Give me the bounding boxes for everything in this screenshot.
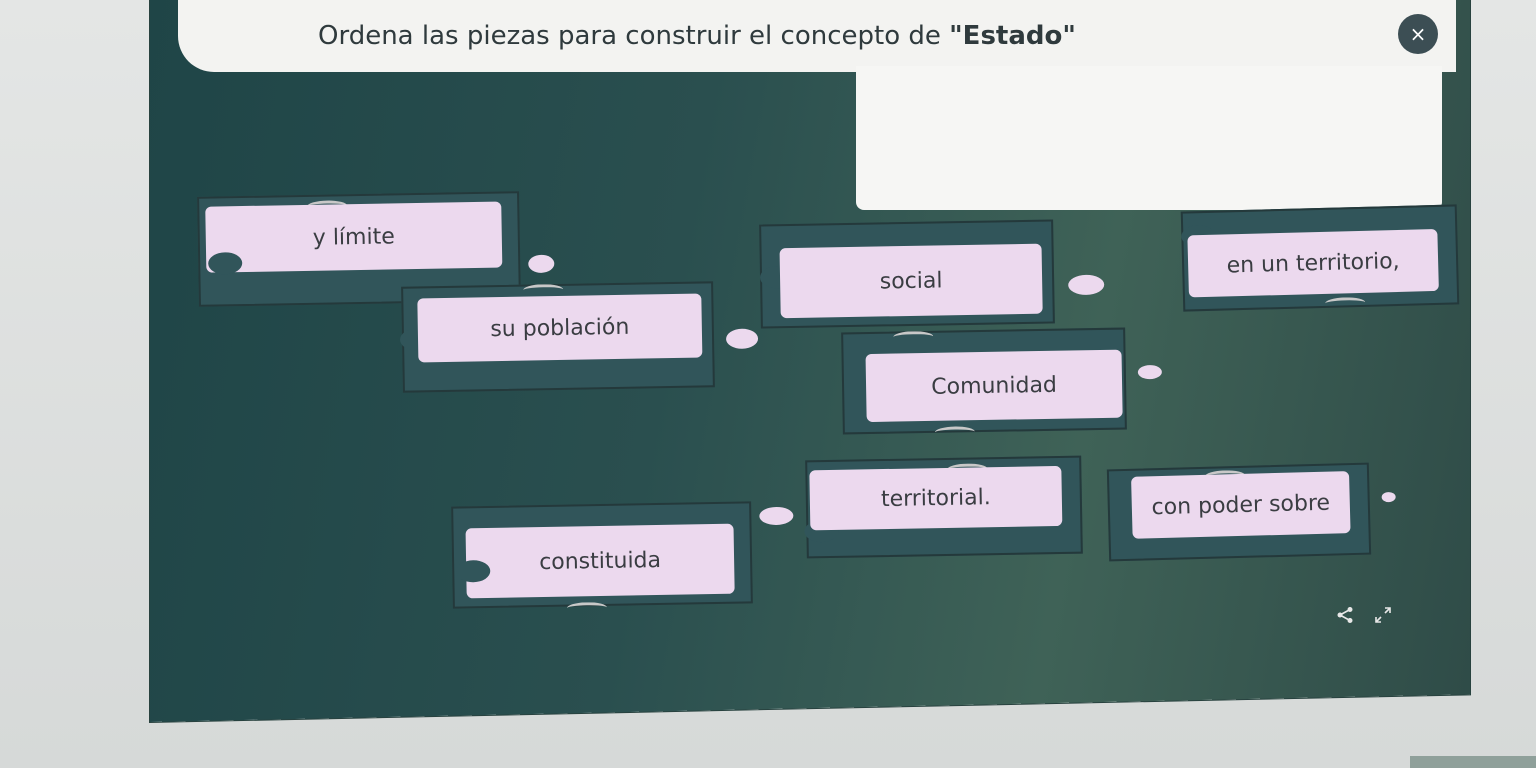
puzzle-piece-social[interactable]: social [759, 219, 1105, 329]
puzzle-piece-comunidad[interactable]: Comunidad [841, 327, 1162, 438]
piece-text: territorial. [880, 484, 991, 512]
answer-drop-zone[interactable] [856, 66, 1442, 210]
puzzle-piece-territorial[interactable]: territorial. [804, 455, 1083, 559]
title-prefix: Ordena las piezas para construir el conc… [318, 21, 950, 51]
puzzle-piece-su-poblacion[interactable]: su población [399, 281, 759, 393]
piece-label: con poder sobre [1131, 471, 1351, 539]
piece-text: y límite [312, 223, 395, 251]
instruction-title: Ordena las piezas para construir el conc… [318, 21, 1076, 51]
title-keyword: "Estado" [949, 21, 1076, 51]
piece-text: Comunidad [931, 372, 1058, 400]
piece-notch [934, 426, 975, 438]
puzzle-piece-constituida[interactable]: constituida [451, 501, 794, 614]
piece-text: constituida [538, 547, 662, 575]
piece-label: territorial. [809, 465, 1063, 531]
piece-notch [893, 330, 934, 343]
piece-notch [1325, 296, 1366, 309]
piece-text: en un territorio, [1226, 248, 1400, 278]
piece-label: en un territorio, [1187, 228, 1439, 298]
piece-label: Comunidad [865, 349, 1123, 423]
piece-notch [523, 283, 564, 296]
piece-notch [566, 601, 608, 614]
share-icon[interactable] [1336, 606, 1354, 629]
puzzle-piece-en-un-territorio[interactable]: en un territorio, [1180, 204, 1460, 312]
activity-footer [1336, 606, 1392, 629]
piece-label: y límite [205, 201, 503, 273]
close-icon: × [1409, 22, 1427, 46]
piece-label: social [779, 243, 1043, 319]
piece-text: social [879, 267, 943, 294]
piece-label: su población [417, 293, 703, 363]
title-bar: Ordena las piezas para construir el conc… [178, 0, 1456, 72]
piece-text: con poder sobre [1151, 490, 1331, 520]
fullscreen-icon[interactable] [1374, 606, 1392, 629]
puzzle-piece-con-poder-sobre[interactable]: con poder sobre [1106, 462, 1396, 562]
piece-text: su población [490, 314, 630, 342]
close-button[interactable]: × [1398, 14, 1438, 54]
piece-label: constituida [465, 523, 735, 599]
bottom-strip [1410, 756, 1536, 768]
